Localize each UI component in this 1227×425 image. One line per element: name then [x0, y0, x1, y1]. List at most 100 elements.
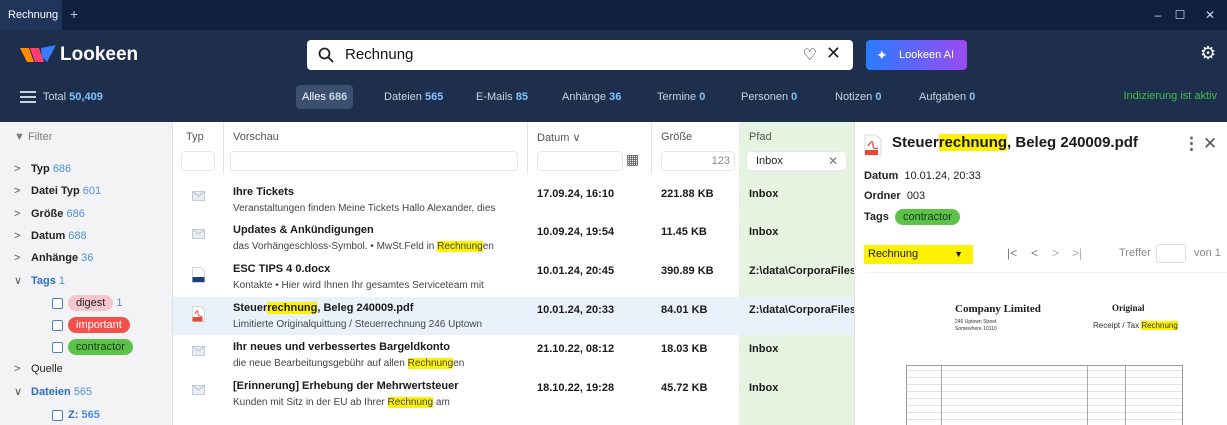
tag-checkbox[interactable] [52, 341, 63, 353]
search-bar[interactable]: Rechnung ♡ ✕ [307, 40, 853, 70]
filter-item-dateien[interactable]: ∨ Dateien 565 [14, 383, 92, 401]
row-title: Ihre Tickets [233, 186, 294, 198]
filter-item-anhaenge[interactable]: > Anhänge 36 [14, 249, 93, 267]
chevron-right-icon: > [14, 185, 21, 197]
close-window-button[interactable]: ✕ [1192, 0, 1227, 30]
filter-item-datum[interactable]: > Datum 688 [14, 227, 87, 245]
filter-item-tags[interactable]: ∨ Tags 1 [14, 272, 65, 290]
category-tab-anhaenge[interactable]: Anhänge 36 [556, 85, 627, 109]
dropdown-value: Rechnung [868, 248, 919, 260]
category-label: Alles [302, 91, 326, 103]
filter-item-datei-typ[interactable]: > Datei Typ 601 [14, 182, 101, 200]
filter-label: Datum [31, 230, 66, 242]
hit-number-input[interactable] [1156, 244, 1186, 263]
last-page-icon[interactable]: >| [1072, 246, 1082, 260]
doc-receipt: Receipt / Tax Rechnung [1093, 321, 1178, 330]
category-tab-alles[interactable]: Alles 686 [296, 85, 354, 109]
column-header-date[interactable]: Datum ∨ [537, 131, 581, 144]
doc-table [906, 365, 1183, 425]
more-options-icon[interactable]: ⋮ [1183, 134, 1200, 154]
drive-checkbox[interactable] [52, 409, 63, 421]
filter-label: Dateien [31, 386, 71, 398]
column-header-preview[interactable]: Vorschau [233, 131, 279, 143]
column-header-path[interactable]: Pfad [749, 131, 772, 143]
type-filter-input[interactable] [181, 151, 215, 171]
filter-count: 36 [81, 252, 94, 264]
search-term-dropdown[interactable]: Rechnung ▼ [864, 245, 973, 264]
preview-folder: Ordner 003 [864, 190, 925, 202]
column-header-type[interactable]: Typ [186, 131, 204, 143]
category-label: Termine [657, 91, 697, 103]
row-preview: das Vorhängeschloss-Symbol. • MwSt.Feld … [233, 241, 494, 252]
category-tab-personen[interactable]: Personen 0 [735, 85, 803, 109]
category-tab-termine[interactable]: Termine 0 [651, 85, 711, 109]
category-label: Dateien [384, 91, 422, 103]
filter-funnel-icon: ▼ [14, 131, 25, 143]
table-row[interactable]: [Erinnerung] Erhebung der Mehrwertsteuer… [173, 375, 854, 413]
previous-page-icon[interactable]: < [1031, 246, 1038, 260]
category-tab-aufgaben[interactable]: Aufgaben 0 [913, 85, 981, 109]
filter-title: Filter [27, 131, 53, 143]
table-row[interactable]: Ihr neues und verbessertes Bargeldkonto d… [173, 336, 854, 374]
search-input[interactable]: Rechnung [345, 40, 413, 70]
caret-down-icon: ▼ [954, 249, 963, 259]
close-preview-icon[interactable]: ✕ [1203, 134, 1217, 154]
row-title: Steuerrechnung, Beleg 240009.pdf [233, 302, 414, 314]
tag-checkbox[interactable] [52, 297, 63, 309]
filter-panel: ▼ Filter > Typ 686 > Datei Typ 601 > Größe … [0, 122, 173, 425]
table-row[interactable]: Steuerrechnung, Beleg 240009.pdf Limitier… [173, 297, 856, 335]
total-count: Total 50,409 [20, 88, 103, 106]
preview-filter-input[interactable] [230, 151, 518, 171]
path-filter-value: Inbox [756, 155, 783, 167]
filter-item-groesse[interactable]: > Größe 686 [14, 205, 85, 223]
category-tab-emails[interactable]: E-Mails 85 [470, 85, 534, 109]
tag-checkbox[interactable] [52, 319, 63, 331]
category-tab-notizen[interactable]: Notizen 0 [829, 85, 887, 109]
date-filter-input[interactable] [537, 151, 623, 171]
mail-icon [192, 190, 205, 204]
tag-filter-digest[interactable]: digest 1 [52, 294, 123, 312]
lookeen-ai-button[interactable]: ✦ Lookeen AI [866, 40, 967, 70]
drive-count: 565 [81, 409, 100, 421]
hamburger-menu-icon[interactable] [20, 88, 36, 106]
row-preview: Veranstaltungen finden Meine Tickets Hal… [233, 203, 496, 214]
calendar-icon[interactable]: ▦ [626, 151, 639, 168]
settings-gear-icon[interactable]: ⚙ [1200, 43, 1216, 64]
tag-filter-contractor[interactable]: contractor [52, 338, 133, 356]
column-header-size[interactable]: Größe [661, 131, 692, 143]
meta-label: Ordner [864, 190, 901, 202]
results-table: Typ Vorschau Datum ∨ Größe Pfad ▦ 123 In… [173, 122, 856, 425]
new-tab-button[interactable]: + [70, 0, 78, 30]
category-tab-dateien[interactable]: Dateien 565 [378, 85, 449, 109]
mail-icon [192, 345, 205, 359]
app-name: Lookeen [60, 44, 139, 65]
docx-file-icon [192, 267, 205, 286]
doc-company: Company Limited [955, 303, 1041, 315]
tag-pill[interactable]: contractor [894, 209, 960, 225]
filter-count: 686 [66, 208, 85, 220]
tag-pill: contractor [68, 339, 133, 356]
next-page-icon[interactable]: > [1052, 246, 1059, 260]
first-page-icon[interactable]: |< [1007, 246, 1017, 260]
filter-label: Anhänge [31, 252, 79, 264]
meta-label: Tags [864, 210, 889, 223]
row-path: Z:\data\CorporaFiles [749, 304, 856, 316]
tag-filter-important[interactable]: important [52, 316, 130, 334]
size-filter-value: 123 [711, 155, 730, 167]
search-icon [318, 47, 334, 63]
table-row[interactable]: Updates & Ankündigungen das Vorhängeschlo… [173, 219, 854, 257]
window-titlebar: Rechnung + – ☐ ✕ [0, 0, 1227, 30]
path-filter-input[interactable]: Inbox ✕ [746, 151, 847, 171]
table-row[interactable]: ESC TIPS 4 0.docx Kontakte • Hier wird Ih… [173, 258, 856, 296]
filter-item-quelle[interactable]: > Quelle [14, 360, 63, 378]
row-date: 10.01.24, 20:45 [537, 265, 615, 277]
filter-drive-z[interactable]: Z: 565 [52, 406, 100, 424]
clear-search-icon[interactable]: ✕ [826, 43, 841, 64]
filter-item-typ[interactable]: > Typ 686 [14, 160, 71, 178]
size-filter-input[interactable]: 123 [661, 151, 735, 171]
meta-value: 003 [906, 190, 926, 202]
clear-path-filter-icon[interactable]: ✕ [828, 154, 838, 168]
table-row[interactable]: Ihre Tickets Veranstaltungen finden Meine… [173, 181, 854, 219]
browser-tab[interactable]: Rechnung [0, 0, 62, 30]
favorite-icon[interactable]: ♡ [803, 45, 817, 65]
